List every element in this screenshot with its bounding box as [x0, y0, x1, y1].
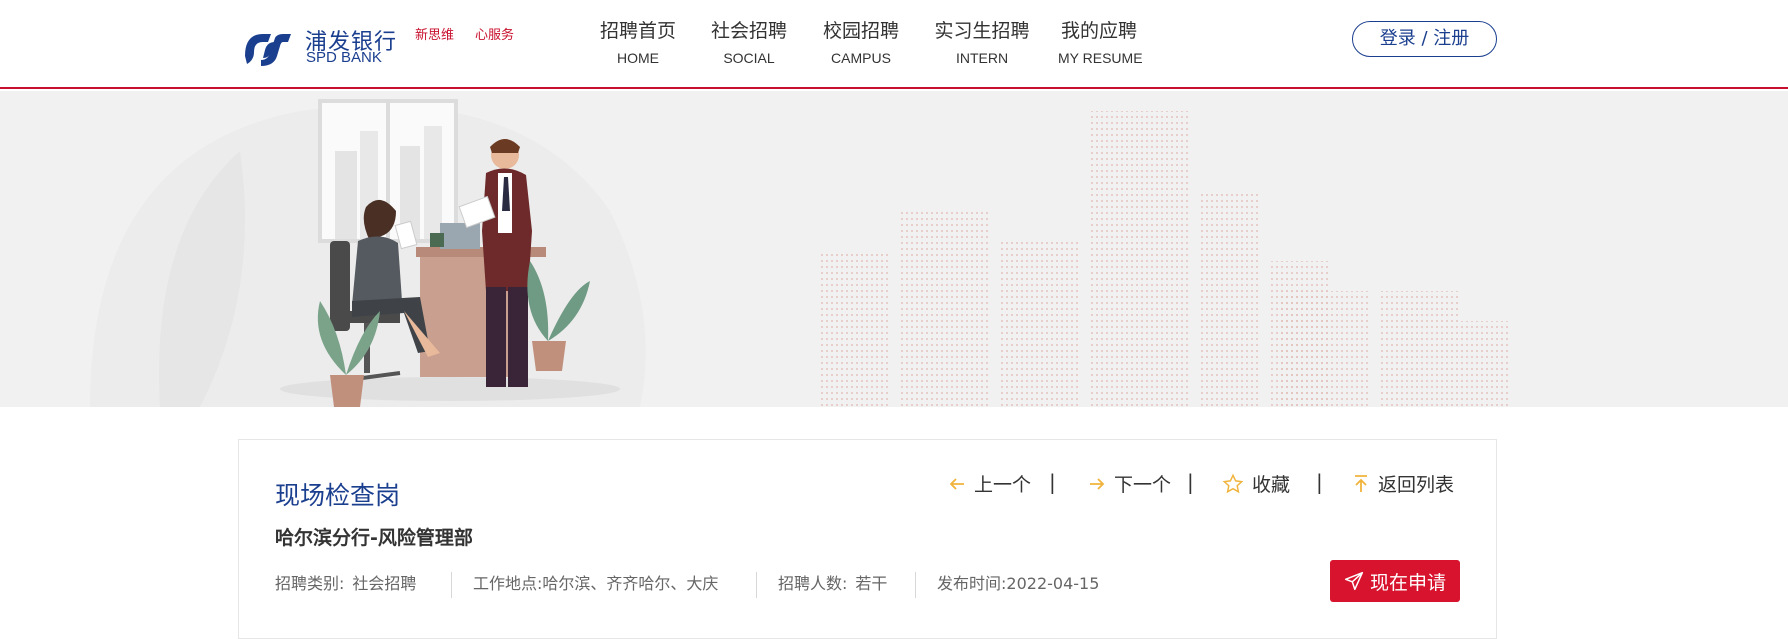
meta-date-label: 发布时间:: [937, 574, 1007, 593]
nav-item-home[interactable]: 招聘首页 HOME: [598, 18, 678, 68]
nav-label-en: CAMPUS: [831, 50, 891, 66]
nav-item-social[interactable]: 社会招聘 SOCIAL: [709, 18, 789, 68]
nav-label-cn: 招聘首页: [599, 20, 676, 42]
nav-item-my-resume[interactable]: 我的应聘 MY RESUME: [1058, 18, 1143, 68]
meta-location-label: 工作地点:: [473, 574, 543, 593]
back-to-list-link[interactable]: 返回列表: [1352, 470, 1454, 497]
nav-item-intern[interactable]: 实习生招聘 INTERN: [932, 18, 1032, 68]
meta-date: 发布时间:2022-04-15: [937, 572, 1099, 596]
slogan-new-thinking: 新思维: [415, 28, 455, 43]
hero-banner: [0, 91, 1788, 407]
meta-count-label: 招聘人数:: [778, 574, 848, 593]
meta-category: 招聘类别: 社会招聘: [275, 572, 416, 596]
meta-category-value: 社会招聘: [352, 574, 417, 593]
job-actions: 上一个 | 下一个 | 收藏 | 返回列表: [940, 470, 1460, 500]
favorite-label: 收藏: [1252, 474, 1291, 496]
meta-date-value: 2022-04-15: [1006, 574, 1100, 593]
nav-label-en: HOME: [617, 50, 659, 66]
meta-location-value: 哈尔滨、齐齐哈尔、大庆: [542, 574, 719, 593]
star-icon: [1222, 473, 1244, 493]
apply-now-label: 现在申请: [1369, 571, 1446, 594]
next-job-link[interactable]: 下一个: [1088, 470, 1171, 497]
prev-job-label: 上一个: [974, 474, 1032, 496]
job-title: 现场检查岗: [275, 481, 401, 510]
meta-count: 招聘人数: 若干: [778, 572, 887, 596]
action-separator: |: [1187, 470, 1194, 494]
meta-divider: [915, 572, 916, 598]
brand-name-en: SPD BANK: [306, 49, 382, 66]
action-separator: |: [1049, 470, 1056, 494]
nav-item-campus[interactable]: 校园招聘 CAMPUS: [821, 18, 901, 68]
nav-label-cn: 我的应聘: [1060, 20, 1137, 42]
arrow-up-icon: [1355, 474, 1367, 492]
nav-label-en: SOCIAL: [723, 50, 775, 66]
meta-divider: [756, 572, 757, 598]
site-header: 浦发银行 SPD BANK 新思维 心服务 招聘首页 HOME 社会招聘 SOC…: [0, 0, 1788, 89]
meta-count-value: 若干: [855, 574, 888, 593]
spd-logo-mark-icon: [245, 34, 291, 66]
job-detail-card: 现场检查岗 哈尔滨分行-风险管理部 上一个 | 下一个 | 收藏 | 返回列表 …: [238, 439, 1497, 639]
nav-label-cn: 校园招聘: [822, 20, 899, 42]
arrow-left-icon: [949, 477, 964, 490]
prev-job-link[interactable]: 上一个: [948, 470, 1031, 497]
nav-label-en: MY RESUME: [1058, 50, 1143, 66]
apply-now-button[interactable]: 现在申请: [1330, 560, 1460, 602]
paper-plane-icon: [1344, 571, 1364, 591]
job-department: 哈尔滨分行-风险管理部: [275, 527, 473, 549]
nav-label-cn: 实习生招聘: [934, 20, 1030, 42]
job-meta: 招聘类别: 社会招聘 工作地点:哈尔滨、齐齐哈尔、大庆 招聘人数: 若干 发布时间:…: [275, 572, 1175, 598]
login-register-button[interactable]: 登录 / 注册: [1352, 21, 1497, 57]
office-illustration: [90, 99, 1510, 407]
nav-label-cn: 社会招聘: [710, 20, 787, 42]
nav-label-en: INTERN: [955, 50, 1009, 66]
meta-category-label: 招聘类别:: [275, 574, 345, 593]
slogan-heart-service: 心服务: [475, 28, 515, 43]
meta-divider: [451, 572, 452, 598]
next-job-label: 下一个: [1114, 474, 1172, 496]
favorite-button[interactable]: 收藏: [1222, 470, 1290, 497]
meta-location: 工作地点:哈尔滨、齐齐哈尔、大庆: [473, 572, 718, 596]
action-separator: |: [1316, 470, 1323, 494]
arrow-right-icon: [1090, 477, 1105, 490]
back-to-list-label: 返回列表: [1378, 474, 1455, 496]
